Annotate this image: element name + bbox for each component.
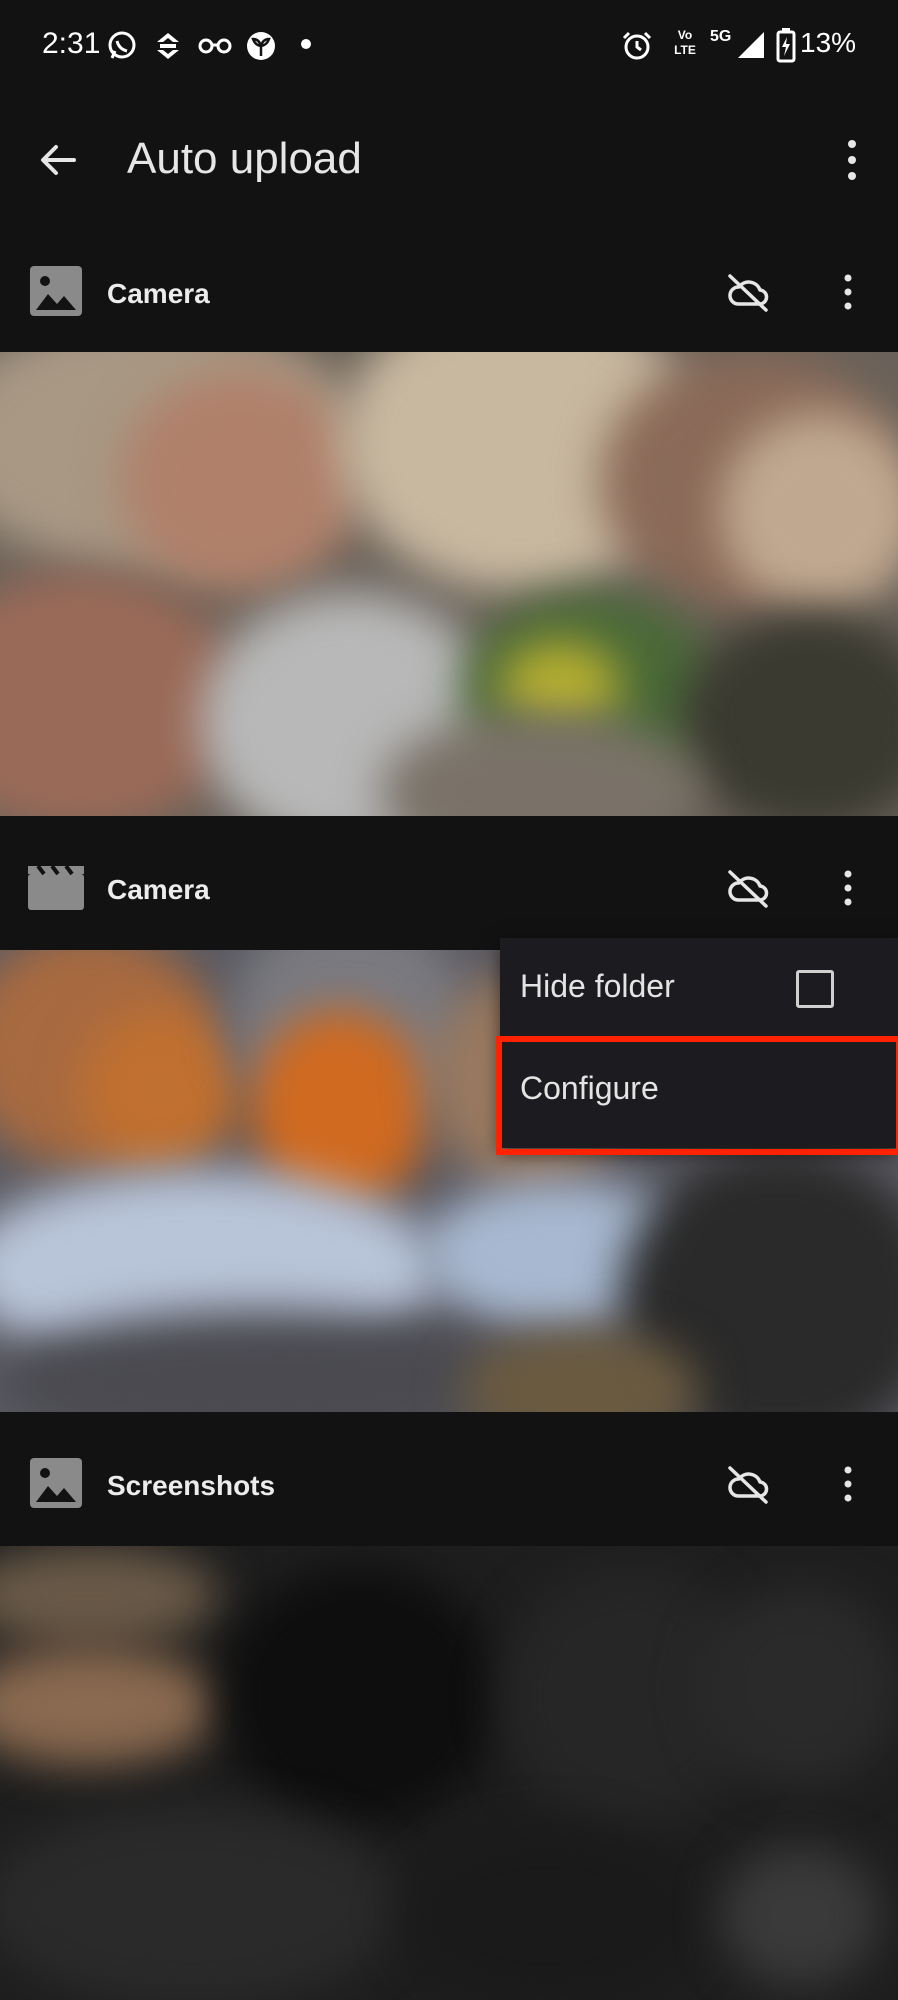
volte-top-label: Vo [677, 28, 693, 42]
battery-percentage: 13% [800, 27, 857, 58]
app-notification-icon [157, 33, 179, 59]
video-icon [28, 864, 84, 910]
folder-title: Camera [107, 278, 210, 309]
page-title: Auto upload [127, 134, 362, 183]
signal-icon [738, 32, 764, 58]
battery-charging-icon [776, 28, 796, 63]
alarm-icon [622, 31, 652, 60]
folder-overflow-menu-icon[interactable] [838, 272, 858, 312]
folder-header-camera-images: Camera [0, 232, 898, 352]
image-icon [30, 1458, 82, 1508]
volte-indicator: Vo LTE [668, 28, 702, 62]
cloud-off-icon[interactable] [726, 272, 770, 312]
more-notifications-dot-icon [301, 39, 311, 49]
network-type-label: 5G [710, 28, 732, 45]
folder-overflow-menu-icon[interactable] [838, 1464, 858, 1504]
cloud-off-icon[interactable] [726, 868, 770, 908]
overflow-menu-icon[interactable] [842, 137, 862, 183]
cloud-off-icon[interactable] [726, 1464, 770, 1504]
image-icon [30, 266, 82, 316]
menu-item-hide-folder[interactable]: Hide folder [520, 968, 675, 1005]
folder-title: Camera [107, 874, 210, 905]
folder-header-screenshots: Screenshots [0, 1424, 898, 1544]
hide-folder-checkbox[interactable] [796, 970, 834, 1008]
back-arrow-icon[interactable] [38, 140, 78, 180]
folder-overflow-menu-icon[interactable] [838, 868, 858, 908]
plant-app-icon [247, 32, 275, 60]
status-time: 2:31 [42, 27, 101, 60]
configure-highlight-box [496, 1036, 898, 1155]
folder-title: Screenshots [107, 1470, 276, 1501]
whatsapp-icon [108, 31, 136, 59]
folder-preview-camera-images[interactable] [0, 352, 898, 816]
incognito-icon [198, 38, 232, 54]
volte-bottom-label: LTE [674, 43, 696, 57]
folder-preview-screenshots[interactable] [0, 1546, 898, 2000]
status-bar: 2:31 Vo LTE 5G 13% [0, 0, 898, 90]
folder-header-camera-videos: Camera [0, 828, 898, 948]
